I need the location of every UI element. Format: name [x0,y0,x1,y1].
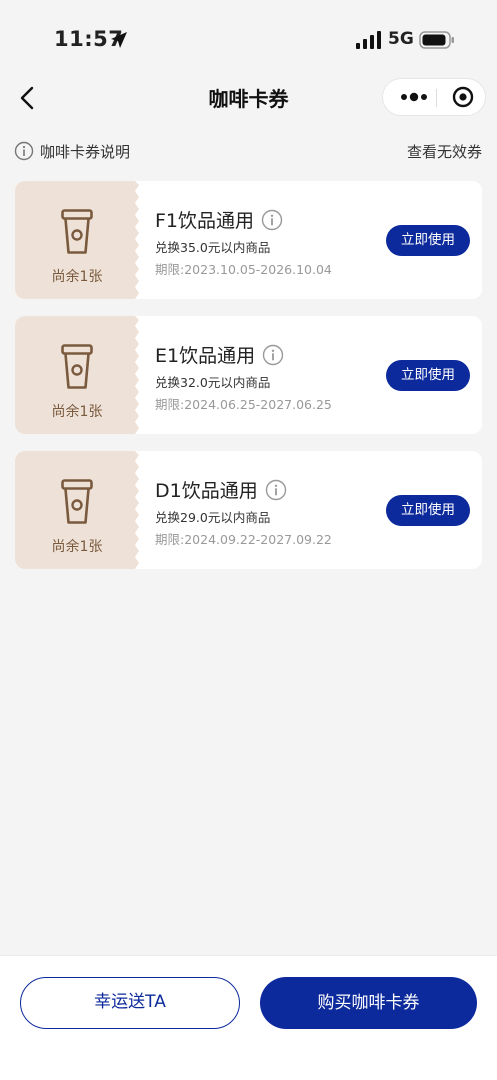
coupon-title: D1饮品通用 [155,480,258,502]
coupon-validity: 期限:2024.09.22-2027.09.22 [155,532,332,547]
use-now-button[interactable]: 立即使用 [386,360,470,391]
signal-icon [356,31,381,49]
coupon-description: 兑换32.0元以内商品 [155,375,271,390]
coffee-cup-icon [61,479,93,524]
info-icon [14,141,34,161]
coffee-cup-icon [61,209,93,254]
mini-program-capsule [382,78,486,116]
coupon-list: 尚余1张 F1饮品通用 兑换35.0元以内商品 期限:2023.10.05-20… [15,181,482,586]
info-icon[interactable] [261,209,283,231]
coupon-left-panel: 尚余1张 [15,181,139,299]
info-icon[interactable] [262,344,284,366]
coupon-card: 尚余1张 E1饮品通用 兑换32.0元以内商品 期限:2024.06.25-20… [15,316,482,434]
buy-coupon-button[interactable]: 购买咖啡卡券 [260,977,477,1029]
capsule-divider [436,89,437,107]
coupon-validity: 期限:2023.10.05-2026.10.04 [155,262,332,277]
info-icon[interactable] [265,479,287,501]
coupon-left-panel: 尚余1张 [15,316,139,434]
coupon-name: E1饮品通用 [155,341,284,368]
coupon-validity: 期限:2024.06.25-2027.06.25 [155,397,332,412]
use-now-button[interactable]: 立即使用 [386,225,470,256]
coupon-card: 尚余1张 F1饮品通用 兑换35.0元以内商品 期限:2023.10.05-20… [15,181,482,299]
coupon-remain: 尚余1张 [51,269,103,285]
coupon-left-panel: 尚余1张 [15,451,139,569]
coupon-perforation [135,316,141,434]
bottom-action-bar: 幸运送TA 购买咖啡卡券 [0,955,497,1080]
coupon-title: F1饮品通用 [155,210,255,232]
target-icon[interactable] [443,79,483,115]
coffee-coupon-screen: 11:57 5G 咖啡卡券 咖啡卡券说明 查看无效券 尚余1张 F1饮品通用 兑… [0,0,497,1080]
location-arrow-icon [111,32,127,48]
info-row: 咖啡卡券说明 查看无效券 [0,138,497,164]
coupon-remain: 尚余1张 [51,404,103,420]
network-label: 5G [388,29,414,49]
use-now-button[interactable]: 立即使用 [386,495,470,526]
coffee-cup-icon [61,344,93,389]
coupon-help-link[interactable]: 咖啡卡券说明 [14,140,130,162]
coupon-help-label: 咖啡卡券说明 [40,142,131,161]
more-icon[interactable] [393,79,435,115]
nav-header: 咖啡卡券 [0,78,497,118]
coupon-title: E1饮品通用 [155,345,256,367]
coupon-perforation [135,451,141,569]
coupon-name: D1饮品通用 [155,476,287,503]
gift-button[interactable]: 幸运送TA [20,977,240,1029]
battery-icon [419,31,454,49]
coupon-card: 尚余1张 D1饮品通用 兑换29.0元以内商品 期限:2024.09.22-20… [15,451,482,569]
status-bar: 11:57 5G [0,0,497,78]
coupon-remain: 尚余1张 [51,539,103,555]
coupon-perforation [135,181,141,299]
view-invalid-coupons-link[interactable]: 查看无效券 [407,141,482,162]
coupon-name: F1饮品通用 [155,206,283,233]
coupon-description: 兑换35.0元以内商品 [155,240,271,255]
coupon-description: 兑换29.0元以内商品 [155,510,271,525]
